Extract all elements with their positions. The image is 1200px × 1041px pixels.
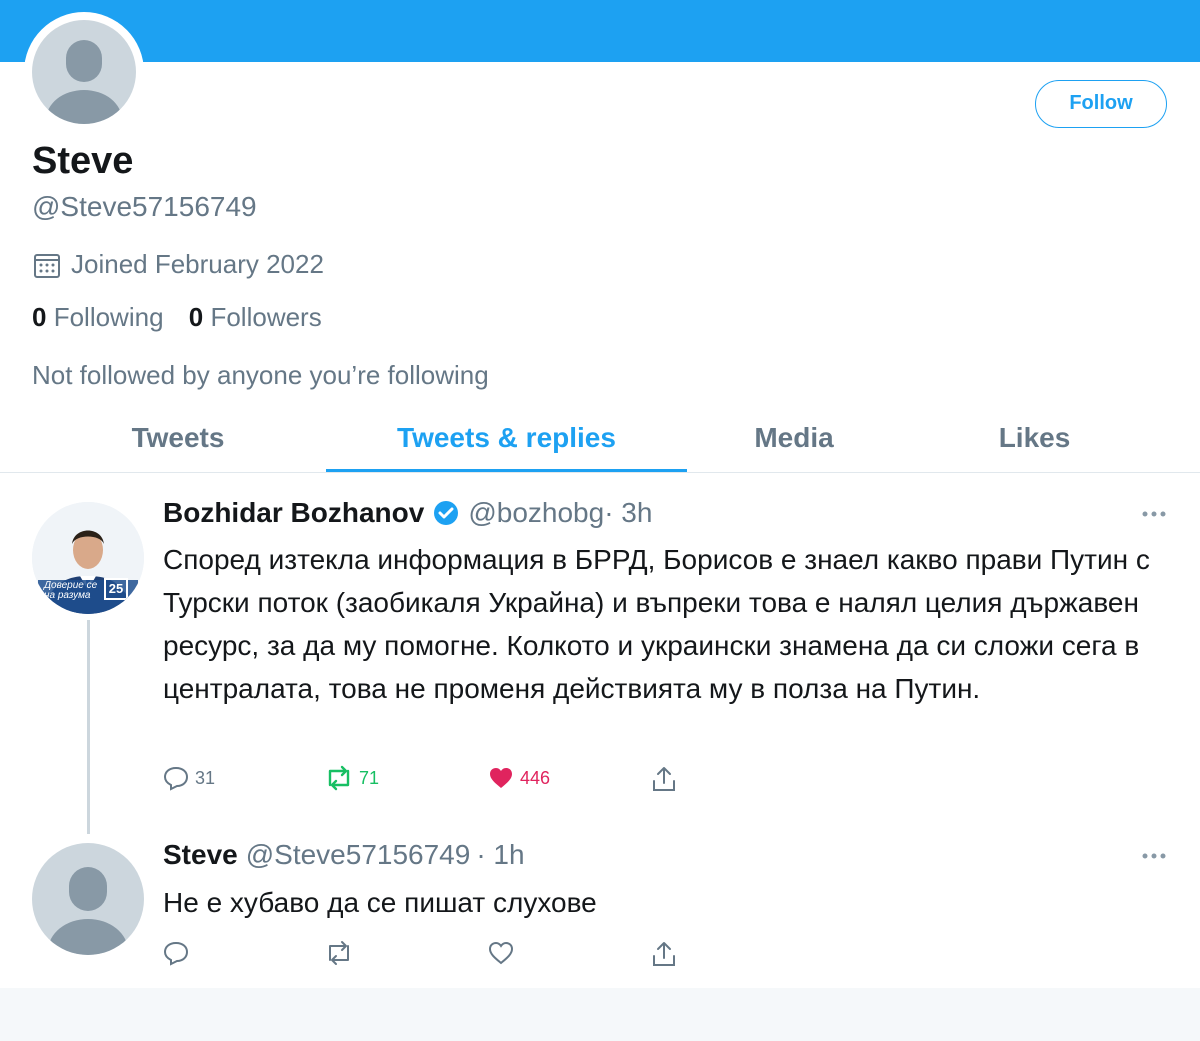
share-button[interactable] xyxy=(651,940,677,968)
more-icon[interactable] xyxy=(1141,850,1167,862)
heart-icon xyxy=(490,768,512,788)
thread-connector-line xyxy=(87,620,90,834)
reply-icon xyxy=(163,766,189,791)
reply-author-avatar[interactable] xyxy=(32,843,144,955)
tweet-author-name[interactable]: Bozhidar Bozhanov xyxy=(163,497,424,529)
like-count: 446 xyxy=(520,767,551,788)
follow-button[interactable]: Follow xyxy=(1035,80,1167,128)
followers-label: Followers xyxy=(210,302,322,332)
retweet-icon xyxy=(329,941,349,965)
avatar-body-shape xyxy=(48,919,128,955)
reply-text: Не е хубаво да се пишат слухове xyxy=(163,887,597,918)
reply-time[interactable]: · 1h xyxy=(476,839,524,871)
followers-count: 0 xyxy=(188,302,204,332)
retweet-button[interactable] xyxy=(325,940,353,966)
reply-icon xyxy=(163,941,189,966)
like-button[interactable]: 446 xyxy=(488,765,550,791)
followers-link[interactable]: 0 Followers xyxy=(189,302,322,332)
like-button[interactable] xyxy=(488,940,514,966)
following-label: Following xyxy=(53,302,164,332)
reply-button[interactable]: 31 xyxy=(163,765,215,791)
joined-date: Joined February 2022 xyxy=(32,249,324,280)
follow-counts: 0 Following 0 Followers xyxy=(32,302,340,333)
following-count: 0 xyxy=(32,302,47,332)
profile-tabs: Tweets Tweets & replies Media Likes xyxy=(0,405,1200,473)
profile-banner[interactable] xyxy=(0,0,1200,62)
avatar-body-shape xyxy=(46,90,122,124)
tweet-time[interactable]: · 3h xyxy=(604,497,652,529)
verified-badge-icon xyxy=(434,501,459,525)
tab-likes[interactable]: Likes xyxy=(901,405,1168,471)
reply-author-name[interactable]: Steve xyxy=(163,839,238,871)
tweet-author-avatar[interactable]: Доверие се на разума 25 xyxy=(32,502,144,614)
retweet-icon xyxy=(328,765,350,791)
not-followed-notice: Not followed by anyone you’re following xyxy=(32,360,489,390)
avatar-campaign-number: 25 xyxy=(104,578,128,600)
reply-header: Steve @Steve57156749 · 1h xyxy=(163,839,525,871)
joined-text: Joined February 2022 xyxy=(71,249,324,279)
tab-media[interactable]: Media xyxy=(687,405,901,471)
avatar-campaign-text: Доверие се на разума xyxy=(44,580,98,601)
share-icon xyxy=(653,942,675,966)
profile-handle: @Steve57156749 xyxy=(32,191,257,222)
profile-page: Follow Steve @Steve57156749 Joined Febru… xyxy=(0,0,1200,988)
tab-tweets[interactable]: Tweets xyxy=(0,405,356,471)
profile-avatar[interactable] xyxy=(32,20,136,124)
following-link[interactable]: 0 Following xyxy=(32,302,164,332)
share-button[interactable] xyxy=(651,765,677,793)
more-icon[interactable] xyxy=(1141,508,1167,520)
heart-outline-icon xyxy=(488,941,514,965)
reply-button[interactable] xyxy=(163,940,189,966)
tweet-author-handle[interactable]: @bozhobg xyxy=(468,497,604,529)
share-icon xyxy=(653,767,675,791)
tweet-header: Bozhidar Bozhanov @bozhobg · 3h xyxy=(163,497,652,529)
avatar-head-shape xyxy=(66,40,102,82)
retweet-button[interactable]: 71 xyxy=(325,765,379,791)
tweet-text: Според изтекла информация в БРРД, Борисо… xyxy=(163,544,1150,704)
reply-count: 31 xyxy=(195,767,216,788)
tab-tweets-and-replies[interactable]: Tweets & replies xyxy=(326,405,687,472)
retweet-count: 71 xyxy=(359,767,380,788)
profile-display-name: Steve xyxy=(32,140,134,182)
reply-author-handle[interactable]: @Steve57156749 xyxy=(246,839,471,871)
avatar-head-shape xyxy=(69,867,107,911)
calendar-icon xyxy=(34,253,60,278)
